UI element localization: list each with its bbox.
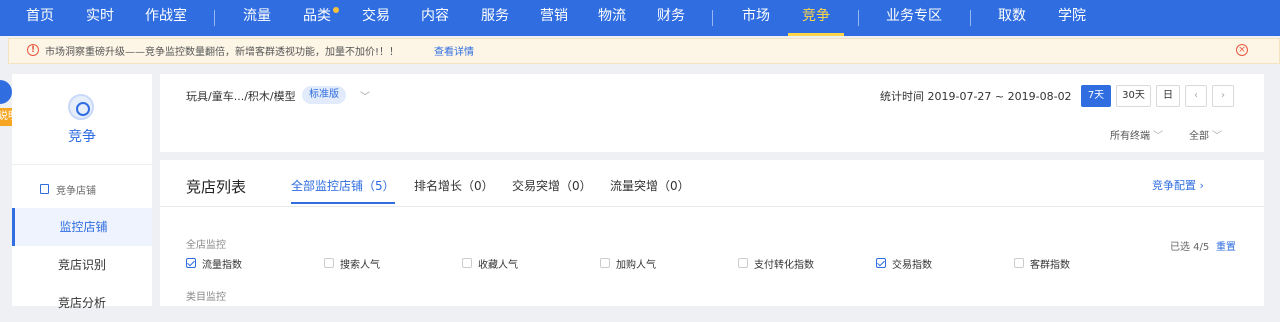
- metric-label: 交易指数: [892, 260, 932, 271]
- chevron-down-icon: ﹀: [1209, 131, 1223, 142]
- nav-item-market[interactable]: 市场: [742, 0, 770, 36]
- divider: [12, 164, 152, 165]
- competition-logo-icon: [68, 94, 94, 120]
- chevron-right-icon: ›: [1196, 179, 1204, 192]
- nav-item-realtime[interactable]: 实时: [86, 0, 114, 36]
- checkbox-icon[interactable]: [462, 258, 472, 268]
- notice-text: 市场洞察重磅升级——竞争监控数量翻倍，新增客群透视功能，加量不加价!！！: [45, 47, 400, 58]
- stat-time: 统计时间 2019-07-27 ~ 2019-08-02: [880, 90, 1072, 103]
- nav-item-data-fetch[interactable]: 取数: [998, 0, 1026, 36]
- sidebar-title: 竞争: [68, 129, 96, 145]
- category-breadcrumb[interactable]: 玩具/童车.../积木/模型: [186, 88, 296, 104]
- range-day-button[interactable]: 日: [1156, 85, 1180, 107]
- scope-select[interactable]: 全部 ﹀: [1189, 127, 1222, 142]
- nav-separator: [970, 10, 971, 26]
- metric-label: 支付转化指数: [754, 260, 814, 271]
- nav-separator: [858, 10, 859, 26]
- nav-item-trade[interactable]: 交易: [362, 0, 390, 36]
- sidebar-item-monitor-shops[interactable]: 监控店铺: [12, 208, 152, 246]
- checkbox-checked-icon[interactable]: [186, 258, 196, 268]
- nav-item-academy[interactable]: 学院: [1058, 0, 1086, 36]
- nav-item-category[interactable]: 品类: [303, 0, 331, 36]
- range-30d-button[interactable]: 30天: [1116, 85, 1151, 107]
- nav-item-service[interactable]: 服务: [481, 0, 509, 36]
- tab-rank-growth[interactable]: 排名增长（0）: [414, 177, 494, 194]
- checkbox-icon[interactable]: [600, 258, 610, 268]
- reset-link[interactable]: 重置: [1216, 238, 1236, 253]
- selected-count: 已选 4/5: [1170, 242, 1210, 253]
- divider: [160, 206, 1264, 207]
- range-7d-button[interactable]: 7天: [1081, 85, 1111, 107]
- competition-config-link[interactable]: 竞争配置 ›: [1152, 177, 1204, 193]
- checkbox-checked-icon[interactable]: [876, 258, 886, 268]
- nav-item-content[interactable]: 内容: [421, 0, 449, 36]
- scope-select-value: 全部: [1189, 131, 1209, 142]
- tab-trade-surge[interactable]: 交易突增（0）: [512, 177, 592, 194]
- group-label-category: 类目监控: [186, 292, 226, 303]
- tab-all-monitored[interactable]: 全部监控店铺（5）: [291, 177, 395, 194]
- edition-badge[interactable]: 标准版: [302, 86, 346, 104]
- chevron-down-icon[interactable]: ﹀: [360, 88, 370, 103]
- notice-detail-link[interactable]: 查看详情: [434, 43, 474, 58]
- sidebar-item-shop-analysis[interactable]: 竞店分析: [12, 284, 152, 322]
- config-link-label: 竞争配置: [1152, 179, 1196, 192]
- filter-bar: 玩具/童车.../积木/模型 标准版 ﹀ 统计时间 2019-07-27 ~ 2…: [160, 74, 1264, 152]
- tab-traffic-surge[interactable]: 流量突增（0）: [610, 177, 690, 194]
- terminal-select-value: 所有终端: [1110, 131, 1150, 142]
- shop-list-panel: 竞店列表 全部监控店铺（5） 排名增长（0） 交易突增（0） 流量突增（0） 竞…: [160, 160, 1264, 306]
- checkbox-icon[interactable]: [324, 258, 334, 268]
- new-badge-dot: [333, 7, 339, 13]
- metric-label: 流量指数: [202, 260, 242, 271]
- checkbox-icon[interactable]: [738, 258, 748, 268]
- nav-separator: [214, 10, 215, 26]
- nav-item-home[interactable]: 首页: [26, 0, 54, 36]
- nav-item-war-room[interactable]: 作战室: [145, 0, 187, 36]
- metric-label: 收藏人气: [478, 260, 518, 271]
- checkbox-icon[interactable]: [1014, 258, 1024, 268]
- metric-label: 搜索人气: [340, 260, 380, 271]
- group-label-shop: 全店监控: [186, 240, 226, 251]
- warning-icon: !: [27, 44, 39, 56]
- next-arrow-icon[interactable]: ›: [1212, 85, 1234, 107]
- helper-avatar-icon[interactable]: [0, 80, 12, 104]
- terminal-select[interactable]: 所有终端 ﹀: [1110, 127, 1163, 142]
- nav-item-competition[interactable]: 竞争: [788, 0, 844, 36]
- close-icon[interactable]: ×: [1236, 44, 1248, 56]
- prev-arrow-icon[interactable]: ‹: [1185, 85, 1207, 107]
- top-nav: 首页 实时 作战室 流量 品类 交易 内容 服务 营销 物流 财务 市场 竞争 …: [0, 0, 1280, 36]
- notice-bar: ! 市场洞察重磅升级——竞争监控数量翻倍，新增客群透视功能，加量不加价!！！ 查…: [8, 38, 1280, 64]
- nav-item-traffic[interactable]: 流量: [243, 0, 271, 36]
- active-tab-indicator: [291, 202, 395, 204]
- nav-item-marketing[interactable]: 营销: [540, 0, 568, 36]
- nav-item-finance[interactable]: 财务: [657, 0, 685, 36]
- metric-label: 加购人气: [616, 260, 656, 271]
- nav-separator: [712, 10, 713, 26]
- sidebar-item-shop-identify[interactable]: 竞店识别: [12, 246, 152, 284]
- panel-title: 竞店列表: [186, 178, 247, 196]
- document-icon: [40, 184, 49, 194]
- sidebar-section-label: 竞争店铺: [56, 186, 96, 197]
- sidebar: 竞争 竞争店铺 监控店铺 竞店识别 竞店分析: [12, 74, 152, 310]
- metric-label: 客群指数: [1030, 260, 1070, 271]
- nav-item-business-zone[interactable]: 业务专区: [886, 0, 942, 36]
- nav-item-logistics[interactable]: 物流: [598, 0, 626, 36]
- chevron-down-icon: ﹀: [1150, 131, 1164, 142]
